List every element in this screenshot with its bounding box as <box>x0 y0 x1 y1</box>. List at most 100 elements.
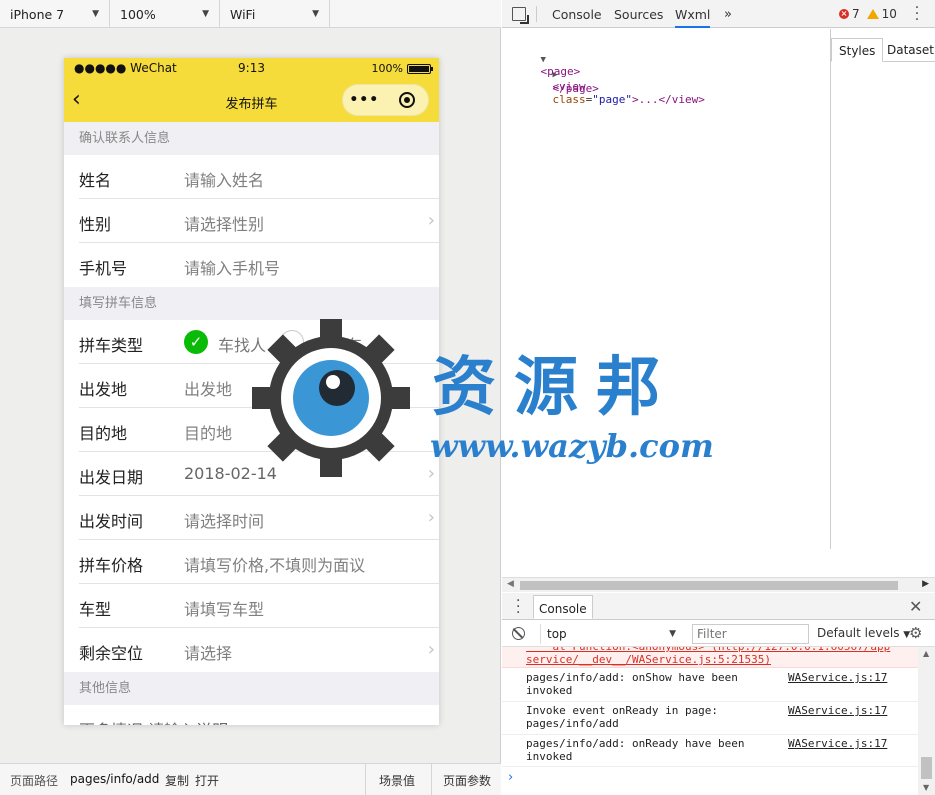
chevron-down-icon: ▼ <box>669 629 676 639</box>
to-input[interactable]: 目的地 <box>184 420 232 444</box>
row-phone[interactable]: 手机号 请输入手机号 <box>64 243 439 287</box>
drawer-menu-icon[interactable]: · · · <box>516 594 520 620</box>
log-source-link[interactable]: WAService.js:17 <box>788 704 887 717</box>
device-select[interactable]: iPhone 7 ▼ <box>0 0 110 28</box>
model-input[interactable]: 请填写车型 <box>184 596 264 620</box>
horizontal-scrollbar[interactable]: ◀ ▶ <box>502 577 935 592</box>
log-message: pages/info/add: onShow have been invoked <box>526 671 738 697</box>
issues-counter[interactable]: × 7 10 <box>839 7 897 21</box>
close-icon[interactable]: ✕ <box>909 597 922 616</box>
warning-count: 10 <box>881 7 897 21</box>
row-label: 出发日期 <box>79 468 144 487</box>
name-input[interactable]: 请输入姓名 <box>184 167 264 191</box>
row-name[interactable]: 姓名 请输入姓名 <box>64 155 439 199</box>
radio-option-people-seek-car[interactable]: 人找车 <box>314 332 362 356</box>
tab-wxml[interactable]: Wxml <box>675 7 711 28</box>
status-bar: ●●●●● WeChat 9:13 100% <box>64 58 439 78</box>
row-from[interactable]: 出发地 出发地 <box>64 364 439 408</box>
phone-input[interactable]: 请输入手机号 <box>184 255 280 279</box>
row-more-info[interactable]: 更多情况,请输入说明 <box>64 705 439 725</box>
date-picker[interactable]: 2018-02-14 <box>184 464 277 483</box>
row-to[interactable]: 目的地 目的地 <box>64 408 439 452</box>
log-levels-select[interactable]: Default levels ▼ <box>817 626 910 640</box>
page-params-button[interactable]: 页面参数 <box>443 772 491 789</box>
row-date[interactable]: 出发日期 2018-02-14 › <box>64 452 439 496</box>
console-prompt[interactable]: › <box>508 770 513 785</box>
open-path-button[interactable]: 打开 <box>195 772 219 789</box>
wxml-tree: ▼ <page> ▶ <view class="page">...</view>… <box>502 29 829 577</box>
page-close-tag: </page> <box>552 82 599 95</box>
gear-icon[interactable]: ⚙ <box>909 624 922 642</box>
more-info-textarea[interactable]: 更多情况,请输入说明 <box>79 717 228 725</box>
radio-checked-icon[interactable]: ✓ <box>184 330 208 354</box>
context-value: top <box>547 627 567 641</box>
log-message: pages/info/add: onReady have been invoke… <box>526 737 745 763</box>
filter-input[interactable] <box>692 624 809 644</box>
simulator-toolbar: iPhone 7 ▼ 100% ▼ WiFi ▼ <box>0 0 501 28</box>
phone-screen: ●●●●● WeChat 9:13 100% ‹ 发布拼车 ••• 确认联系人信… <box>64 58 439 725</box>
devtools-menu-icon[interactable]: · · · <box>913 1 921 27</box>
console-drawer-header: · · · Console ✕ <box>502 593 935 620</box>
tab-console[interactable]: Console <box>552 7 602 22</box>
more-tabs-button[interactable]: » <box>724 7 732 22</box>
log-entry-error: at Function.<anonymous> (http://127.0.0.… <box>502 647 918 668</box>
scene-value-button[interactable]: 场景值 <box>379 772 415 789</box>
scroll-thumb[interactable] <box>921 757 932 779</box>
battery-percent: 100% <box>371 62 403 75</box>
row-label: 手机号 <box>79 259 128 278</box>
error-icon: × <box>839 9 849 19</box>
section-title-carpool: 填写拼车信息 <box>64 287 439 320</box>
chevron-right-icon: › <box>427 210 435 231</box>
from-input[interactable]: 出发地 <box>184 376 232 400</box>
tree-node-page-close: </page> <box>526 69 599 108</box>
section-title-other: 其他信息 <box>64 672 439 705</box>
scroll-up-icon[interactable]: ▲ <box>923 649 929 658</box>
log-entry: pages/info/add: onShow have been invoked… <box>502 669 918 702</box>
row-label: 车型 <box>79 600 112 619</box>
gender-picker[interactable]: 请选择性别 <box>184 211 264 235</box>
copy-path-button[interactable]: 复制 <box>165 772 189 789</box>
zoom-select[interactable]: 100% ▼ <box>110 0 220 28</box>
clear-console-icon[interactable] <box>512 627 525 640</box>
log-source-link[interactable]: WAService.js:17 <box>788 671 887 684</box>
close-mini-program-button[interactable] <box>386 92 429 108</box>
battery-status: 100% <box>371 62 433 75</box>
row-model[interactable]: 车型 请填写车型 <box>64 584 439 628</box>
warning-icon <box>866 9 879 19</box>
row-label: 姓名 <box>79 171 112 190</box>
scroll-down-icon[interactable]: ▼ <box>923 783 929 792</box>
battery-icon <box>407 63 433 74</box>
chevron-down-icon: ▼ <box>92 9 99 19</box>
sidebar-tabs: Styles Dataset <box>831 38 935 62</box>
row-label: 目的地 <box>79 424 128 443</box>
price-input[interactable]: 请填写价格,不填则为面议 <box>184 552 365 576</box>
log-source-link[interactable]: WAService.js:17 <box>788 737 887 750</box>
row-price[interactable]: 拼车价格 请填写价格,不填则为面议 <box>64 540 439 584</box>
tab-sources[interactable]: Sources <box>614 7 663 22</box>
tab-styles[interactable]: Styles <box>831 38 884 62</box>
row-label: 性别 <box>79 215 112 234</box>
simulator-pane: iPhone 7 ▼ 100% ▼ WiFi ▼ ●●●●● WeChat 9:… <box>0 0 501 795</box>
vertical-scrollbar[interactable]: ▲ ▼ <box>918 647 935 795</box>
log-entry: Invoke event onReady in page: pages/info… <box>502 702 918 735</box>
seats-picker[interactable]: 请选择 <box>184 640 232 664</box>
row-seats[interactable]: 剩余空位 请选择 › <box>64 628 439 672</box>
tab-console-drawer[interactable]: Console <box>533 595 593 619</box>
radio-option-car-seeks-people[interactable]: 车找人 <box>218 332 266 356</box>
row-gender[interactable]: 性别 请选择性别 › <box>64 199 439 243</box>
levels-value: Default levels <box>817 626 900 640</box>
scroll-thumb[interactable] <box>520 581 898 590</box>
row-time[interactable]: 出发时间 请选择时间 › <box>64 496 439 540</box>
tab-dataset[interactable]: Dataset <box>887 43 934 57</box>
context-select[interactable]: top ▼ <box>540 624 680 644</box>
scroll-left-icon[interactable]: ◀ <box>507 579 514 589</box>
radio-unchecked-icon[interactable] <box>280 330 304 354</box>
network-select[interactable]: WiFi ▼ <box>220 0 330 28</box>
device-select-value: iPhone 7 <box>10 6 65 22</box>
inspect-element-icon[interactable] <box>512 7 529 24</box>
time-picker[interactable]: 请选择时间 <box>184 508 264 532</box>
more-button[interactable]: ••• <box>343 92 386 108</box>
log-message[interactable]: at Function.<anonymous> (http://127.0.0.… <box>526 647 890 666</box>
scroll-right-icon[interactable]: ▶ <box>922 579 929 589</box>
chevron-down-icon: ▼ <box>312 9 319 19</box>
